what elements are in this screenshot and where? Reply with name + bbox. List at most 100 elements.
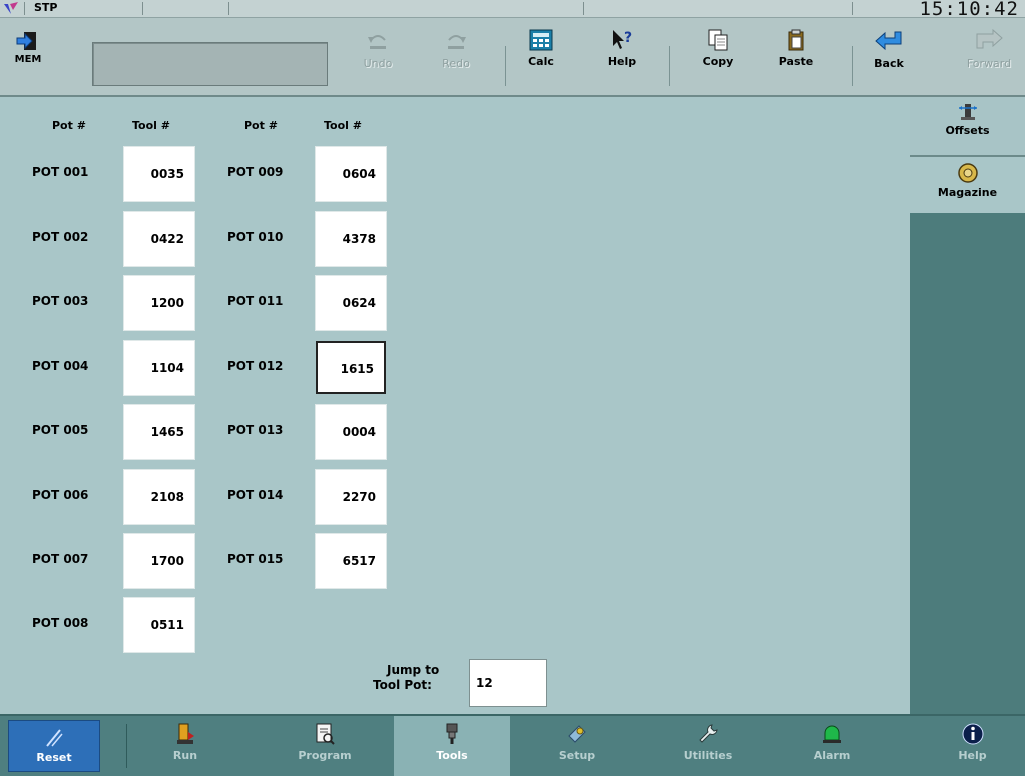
tool-number-field[interactable]: 0624 — [315, 275, 387, 331]
tool-number-field[interactable]: 1104 — [123, 340, 195, 396]
program-icon — [316, 723, 335, 745]
copy-icon — [708, 29, 728, 51]
run-icon — [177, 723, 194, 744]
magazine-label: Magazine — [937, 186, 998, 199]
calc-button[interactable]: Calc — [509, 22, 573, 90]
paste-button[interactable]: Paste — [764, 22, 828, 90]
nav-run[interactable]: Run — [140, 716, 230, 776]
mem-button[interactable]: MEM — [6, 22, 50, 90]
offsets-label: Offsets — [945, 124, 990, 137]
reset-icon — [46, 729, 63, 747]
undo-label: Undo — [363, 57, 393, 70]
back-button[interactable]: Back — [857, 22, 921, 90]
pot-header: Pot # — [244, 119, 278, 132]
nav-utilities[interactable]: Utilities — [658, 716, 758, 776]
nav-tools[interactable]: Tools — [394, 716, 510, 776]
wrench-icon — [699, 724, 718, 743]
tool-number-field[interactable]: 1700 — [123, 533, 195, 589]
undo-button[interactable]: Undo — [346, 22, 410, 90]
tool-number-field[interactable]: 0035 — [123, 146, 195, 202]
alarm-light-icon — [823, 725, 841, 743]
pot-label: POT 014 — [227, 488, 284, 502]
copy-label: Copy — [702, 55, 734, 68]
program-label: Program — [298, 749, 352, 762]
tool-number-field[interactable]: 2270 — [315, 469, 387, 525]
reset-label: Reset — [36, 751, 72, 764]
machine-logo-icon — [4, 2, 18, 14]
tab-offsets[interactable]: Offsets — [910, 97, 1025, 157]
tool-number-field[interactable]: 0604 — [315, 146, 387, 202]
status-divider — [583, 2, 584, 15]
tool-pot-table: Pot # Tool # Pot # Tool # POT 001 0035 P… — [0, 97, 910, 714]
toolbar-divider — [669, 46, 670, 86]
nav-setup[interactable]: Setup — [527, 716, 627, 776]
status-bar: STP 15:10:42 — [0, 0, 1025, 20]
tool-number-field[interactable]: 0004 — [315, 404, 387, 460]
tab-magazine[interactable]: Magazine — [910, 157, 1025, 213]
tool-number-field[interactable]: 2108 — [123, 469, 195, 525]
mem-label: MEM — [14, 54, 42, 65]
clock: 15:10:42 — [919, 0, 1019, 20]
pot-label: POT 009 — [227, 165, 284, 179]
copy-button[interactable]: Copy — [686, 22, 750, 90]
tool-number-field[interactable]: 0422 — [123, 211, 195, 267]
mem-arrow-icon — [16, 32, 36, 50]
setup-icon — [568, 725, 586, 743]
tools-label: Tools — [436, 749, 468, 762]
forward-button[interactable]: Forward — [957, 22, 1021, 90]
pot-label: POT 005 — [32, 423, 89, 437]
forward-arrow-icon — [976, 28, 1003, 49]
tool-number-field[interactable]: 6517 — [315, 533, 387, 589]
tool-number-field-selected[interactable]: 1615 — [316, 341, 386, 394]
tool-number-field[interactable]: 1465 — [123, 404, 195, 460]
tool-number-field[interactable]: 4378 — [315, 211, 387, 267]
forward-label: Forward — [966, 57, 1012, 70]
help-toolbar-button[interactable]: ? Help — [590, 22, 654, 90]
pot-header: Pot # — [52, 119, 86, 132]
status-divider — [228, 2, 229, 15]
pot-label: POT 007 — [32, 552, 89, 566]
tool-number-field[interactable]: 1200 — [123, 275, 195, 331]
status-divider — [24, 2, 25, 15]
magazine-icon — [957, 163, 978, 183]
pot-label: POT 003 — [32, 294, 89, 308]
pot-label: POT 004 — [32, 359, 89, 373]
help-pointer-icon: ? — [613, 30, 632, 49]
pot-label: POT 002 — [32, 230, 89, 244]
machine-mode: STP — [34, 1, 58, 14]
tool-header: Tool # — [132, 119, 170, 132]
jump-to-label: Jump to Tool Pot: — [373, 663, 439, 693]
tools-icon — [446, 723, 458, 744]
nav-alarm[interactable]: Alarm — [782, 716, 882, 776]
offsets-icon — [958, 104, 977, 120]
alarm-label: Alarm — [813, 749, 851, 762]
paste-label: Paste — [778, 55, 814, 68]
pot-label: POT 006 — [32, 488, 89, 502]
paste-clipboard-icon — [788, 29, 804, 51]
side-panel: Offsets Magazine — [910, 97, 1025, 714]
nav-divider — [126, 724, 127, 768]
pot-label: POT 015 — [227, 552, 284, 566]
pot-label: POT 013 — [227, 423, 284, 437]
redo-button[interactable]: Redo — [424, 22, 488, 90]
toolbar-divider — [505, 46, 506, 86]
command-input[interactable] — [92, 42, 328, 86]
pot-label: POT 012 — [227, 359, 284, 373]
back-label: Back — [874, 57, 904, 70]
redo-label: Redo — [442, 57, 470, 70]
run-label: Run — [172, 749, 198, 762]
back-arrow-icon — [875, 31, 902, 51]
calculator-icon — [529, 29, 553, 51]
pot-label: POT 008 — [32, 616, 89, 630]
nav-help[interactable]: Help — [925, 716, 1020, 776]
tool-number-field[interactable]: 0511 — [123, 597, 195, 653]
status-divider — [142, 2, 143, 15]
status-divider — [852, 2, 853, 15]
toolbar: MEM Undo Redo Calc ? Help Copy Paste Bac… — [0, 18, 1025, 97]
help-label: Help — [958, 749, 987, 762]
reset-button[interactable]: Reset — [8, 720, 100, 772]
pot-label: POT 011 — [227, 294, 284, 308]
jump-to-pot-input[interactable]: 12 — [469, 659, 547, 707]
nav-program[interactable]: Program — [275, 716, 375, 776]
jump-to-label-line2: Tool Pot: — [373, 678, 432, 692]
